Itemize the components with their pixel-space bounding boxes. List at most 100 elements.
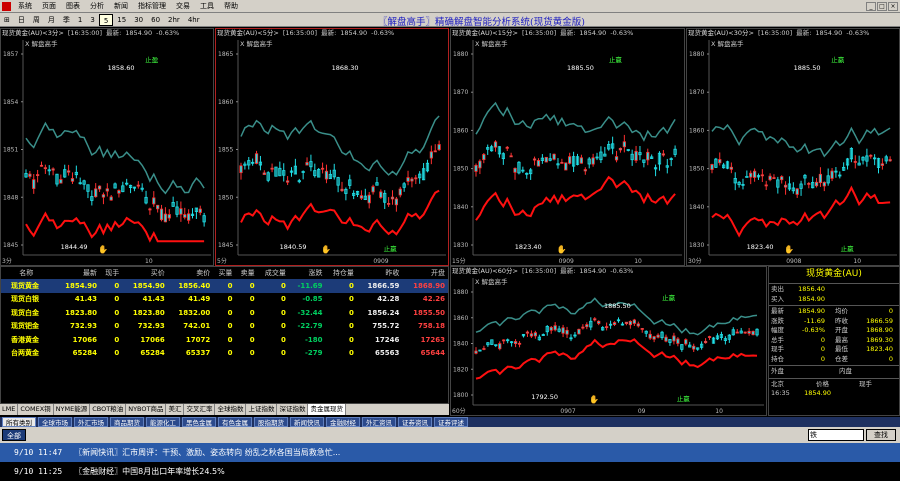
period-1min[interactable]: 1: [74, 14, 86, 26]
chart-5min[interactable]: 现货黄金(AU)<5分> [16:35:00] 最新: 1854.90 -0.63% X…: [215, 28, 449, 266]
sheet-tab[interactable]: 全球指数: [215, 404, 247, 415]
news-tab[interactable]: 外汇资讯: [362, 417, 396, 427]
chart-15min[interactable]: 现货黄金(AU)<15分> [16:35:00] 最新: 1854.90 -0.63% …: [450, 28, 685, 266]
quote-table: 名称 最新 现手 买价 卖价 买量 卖量 成交量 涨跌 持仓量 昨收 开盘 现货…: [0, 266, 449, 404]
quote-cell: 17072: [185, 335, 211, 344]
menu-system[interactable]: 系统: [13, 1, 37, 11]
news-tab[interactable]: 商品期货: [110, 417, 144, 427]
candle-body: [648, 333, 652, 339]
candle-body: [622, 141, 626, 148]
col-ask-vol[interactable]: 卖量: [235, 267, 257, 279]
restore-icon[interactable]: □: [877, 1, 887, 11]
news-tab[interactable]: 证券资讯: [398, 417, 432, 427]
detail-cell: 0: [888, 354, 893, 363]
period-2hr[interactable]: 2hr: [164, 14, 184, 26]
candle-body: [672, 335, 676, 342]
news-item[interactable]: 9/10 11:25 〖金融财经〗中国8月出口年率增长24.5%: [0, 462, 900, 481]
candle-body: [593, 318, 597, 321]
news-search-button[interactable]: 查找: [866, 429, 896, 441]
sell-value: 1856.40: [798, 285, 825, 293]
sheet-tab[interactable]: 贵金属现货: [308, 404, 346, 415]
chart-60min[interactable]: 现货黄金(AU)<60分> [16:35:00] 最新: 1854.90 -0.63% …: [450, 266, 767, 416]
period-day[interactable]: 日: [14, 14, 29, 26]
col-prev-close[interactable]: 昨收: [357, 267, 403, 279]
news-tab[interactable]: 有色金属: [218, 417, 252, 427]
col-vol-now[interactable]: 现手: [100, 267, 122, 279]
col-last[interactable]: 最新: [55, 267, 101, 279]
candle-body: [640, 328, 644, 330]
col-volume[interactable]: 成交量: [258, 267, 289, 279]
menu-trade[interactable]: 交易: [171, 1, 195, 11]
news-tab[interactable]: 金融财经: [326, 417, 360, 427]
news-search-input[interactable]: 铁: [808, 429, 864, 441]
chart-30min[interactable]: 现货黄金(AU)<30分> [16:35:00] 最新: 1854.90 -0.63% …: [686, 28, 900, 266]
candle-body: [780, 176, 784, 181]
menu-indicator[interactable]: 指标管理: [133, 1, 171, 11]
col-open[interactable]: 开盘: [402, 267, 448, 279]
sheet-tab[interactable]: COMEX铜: [18, 404, 54, 415]
sheet-tab[interactable]: 上证指数: [246, 404, 278, 415]
menu-page[interactable]: 页面: [37, 1, 61, 11]
sheet-tab[interactable]: CBOT粮油: [90, 404, 127, 415]
candle-body: [618, 147, 623, 151]
candle-body: [286, 180, 290, 183]
news-tab[interactable]: 新闻快讯: [290, 417, 324, 427]
quote-row[interactable]: 现货白金 1823.80 0 1823.80 1832.00 0 0 0 -32.44 0 1856…: [1, 306, 448, 320]
col-change[interactable]: 涨跌: [289, 267, 326, 279]
sheet-tab[interactable]: 深证指数: [277, 404, 309, 415]
candle-body: [751, 330, 755, 336]
news-tab[interactable]: 外汇市场: [74, 417, 108, 427]
minimize-icon[interactable]: _: [866, 1, 876, 11]
quote-row[interactable]: 台两黄金 65284 0 65284 65337 0 0 0 -279 0 65563 65644: [1, 347, 448, 361]
quote-cell: 0: [348, 349, 354, 358]
quote-row[interactable]: 现货白银 41.43 0 41.43 41.49 0 0 0 -0.85 0 42.28 42.26: [1, 293, 448, 307]
col-ask[interactable]: 卖价: [168, 267, 214, 279]
sheet-tab[interactable]: 交叉汇率: [184, 404, 216, 415]
quote-row[interactable]: 香港黄金 17066 0 17066 17072 0 0 0 -180 0 17246 17263: [1, 333, 448, 347]
candle-body: [433, 150, 437, 153]
col-bid-vol[interactable]: 买量: [213, 267, 235, 279]
close-icon[interactable]: ×: [888, 1, 898, 11]
news-tab[interactable]: 所有类别: [2, 417, 36, 427]
quote-cell: 现货白金: [11, 308, 39, 317]
detail-cell: 仓差: [835, 354, 848, 363]
candle-body: [414, 177, 418, 180]
menu-chart[interactable]: 图表: [61, 1, 85, 11]
period-30min[interactable]: 30: [130, 14, 147, 26]
sheet-tab[interactable]: LME: [0, 404, 19, 415]
col-bid[interactable]: 买价: [122, 267, 168, 279]
candle-body: [743, 331, 747, 334]
period-5min[interactable]: 5: [98, 13, 114, 26]
period-quarter[interactable]: 季: [59, 14, 74, 26]
period-grid-icon[interactable]: ⊞: [0, 14, 14, 26]
period-60min[interactable]: 60: [147, 14, 164, 26]
period-month[interactable]: 月: [44, 14, 59, 26]
col-open-int[interactable]: 持仓量: [326, 267, 357, 279]
sheet-tab[interactable]: 美汇: [166, 404, 185, 415]
menu-news[interactable]: 新闻: [109, 1, 133, 11]
quote-row[interactable]: 现货钯金 732.93 0 732.93 742.01 0 0 0 -22.79 0 755.72 7…: [1, 320, 448, 334]
news-tab[interactable]: 黑色金属: [182, 417, 216, 427]
chart-last: 1854.90: [815, 29, 843, 37]
indicator-label: X 解盘高手: [240, 39, 273, 48]
quote-row[interactable]: 现货黄金 1854.90 0 1854.90 1856.40 0 0 0 -11.69 0 1866…: [1, 279, 448, 293]
period-4hr[interactable]: 4hr: [184, 14, 204, 26]
news-tab[interactable]: 能源化工: [146, 417, 180, 427]
menu-tools[interactable]: 工具: [195, 1, 219, 11]
menu-analysis[interactable]: 分析: [85, 1, 109, 11]
news-item[interactable]: 9/10 11:47 〖新闻快讯〗汇市周评：干预、激励、姿态转向 纷乱之秋各国当局…: [0, 443, 900, 462]
news-tab[interactable]: 证券评述: [434, 417, 468, 427]
col-name[interactable]: 名称: [1, 267, 55, 279]
menu-help[interactable]: 帮助: [219, 1, 243, 11]
period-3min[interactable]: 3: [86, 14, 98, 26]
period-week[interactable]: 周: [29, 14, 44, 26]
period-15min[interactable]: 15: [113, 14, 130, 26]
x-tick-label: 10: [715, 408, 723, 415]
chart-3min[interactable]: 现货黄金(AU)<3分> [16:35:00] 最新: 1854.90 -0.63% X…: [0, 28, 214, 266]
news-all-button[interactable]: 全部: [2, 429, 26, 441]
sheet-tab[interactable]: NYME能源: [54, 404, 91, 415]
news-tab[interactable]: 全球市场: [38, 417, 72, 427]
sheet-tab[interactable]: NYBOT商品: [126, 404, 167, 415]
news-tab[interactable]: 股指期货: [254, 417, 288, 427]
candle-body: [533, 332, 537, 337]
